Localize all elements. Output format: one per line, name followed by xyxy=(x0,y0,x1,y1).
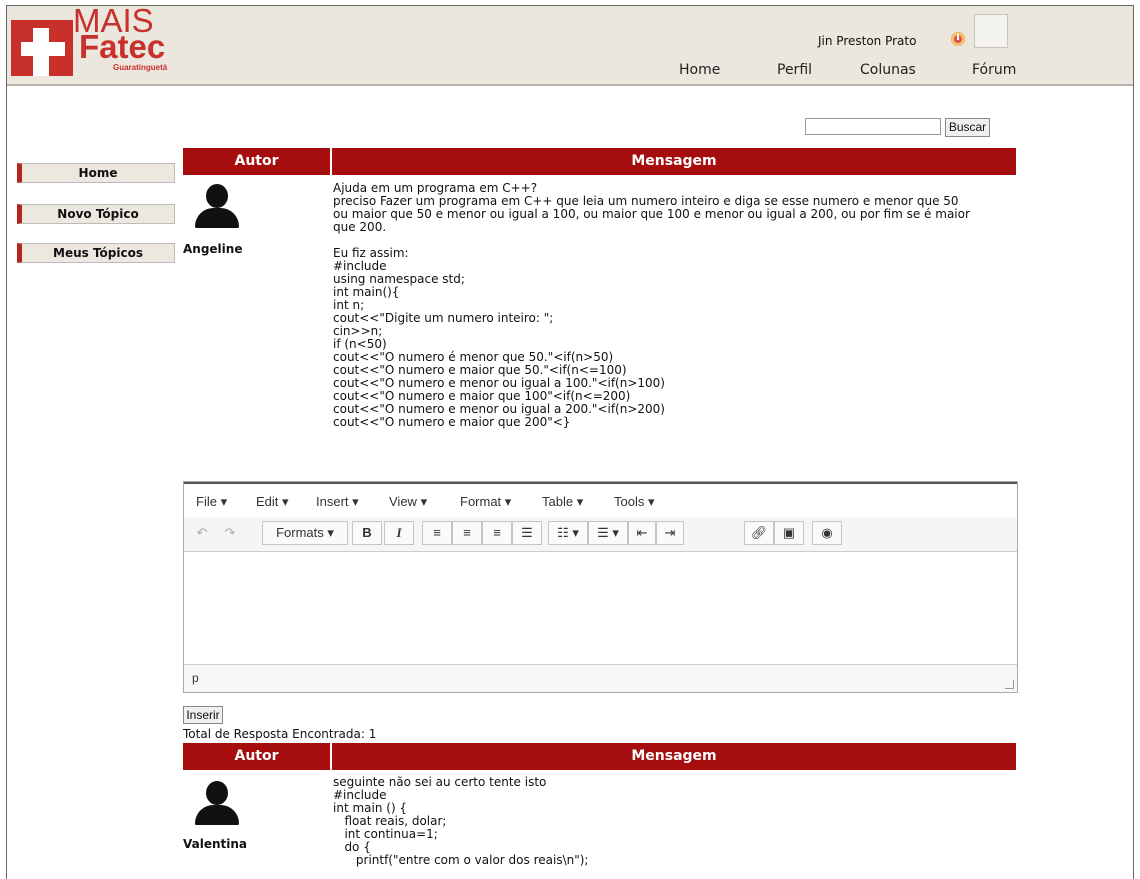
menu-insert-label: Insert xyxy=(316,494,349,509)
editor-statusbar: p xyxy=(184,664,1017,692)
search-button[interactable]: Buscar xyxy=(945,118,990,137)
redo-icon[interactable]: ↷ xyxy=(218,521,242,545)
nav-colunas[interactable]: Colunas xyxy=(860,62,916,78)
menu-view-label: View xyxy=(389,494,417,509)
nav-perfil[interactable]: Perfil xyxy=(777,62,812,78)
topic-message: Ajuda em um programa em C++? preciso Faz… xyxy=(333,181,970,429)
menu-edit-label: Edit xyxy=(256,494,279,509)
reply-author: Valentina xyxy=(183,837,248,851)
reply-header-author: Autor xyxy=(183,743,330,770)
user-avatar[interactable] xyxy=(974,14,1008,48)
site-logo[interactable]: MAIS Fatec Guaratinguetá xyxy=(11,6,171,80)
bullet-list-icon[interactable]: ☷ ▾ xyxy=(548,521,588,545)
topic-author: Angeline xyxy=(183,242,243,256)
undo-icon[interactable]: ↶ xyxy=(190,521,214,545)
search-input[interactable] xyxy=(805,118,941,135)
resize-handle-icon[interactable] xyxy=(1005,680,1014,689)
indent-icon[interactable]: ⇥ xyxy=(656,521,684,545)
reply-message: seguinte não sei au certo tente isto #in… xyxy=(333,775,589,867)
logo-cross-horizontal xyxy=(21,42,65,56)
page-frame: MAIS Fatec Guaratinguetá Jin Preston Pra… xyxy=(6,5,1134,879)
user-name[interactable]: Jin Preston Prato xyxy=(818,34,916,48)
menu-file-label: File xyxy=(196,494,217,509)
align-right-icon[interactable]: ≡ xyxy=(482,521,512,545)
menu-tools-label: Tools xyxy=(614,494,645,509)
menu-table-label: Table xyxy=(542,494,574,509)
nav-forum[interactable]: Fórum xyxy=(972,62,1016,78)
menu-insert[interactable]: Insert ▾ xyxy=(316,494,359,510)
person-icon xyxy=(193,781,241,829)
outdent-icon[interactable]: ⇤ xyxy=(628,521,656,545)
editor-menubar: File ▾ Edit ▾ Insert ▾ View ▾ Format ▾ T… xyxy=(184,484,1017,516)
sidebar-item-meus-topicos[interactable]: Meus Tópicos xyxy=(17,243,175,263)
site-header: MAIS Fatec Guaratinguetá Jin Preston Pra… xyxy=(7,6,1133,86)
menu-tools[interactable]: Tools ▾ xyxy=(614,494,655,510)
editor-toolbar: ↶ ↷ Formats ▾ B I ≡ ≡ ≡ ☰ ☷ ▾ ☰ ▾ ⇤ ⇥ 🔗︎… xyxy=(184,517,1017,552)
rich-text-editor: File ▾ Edit ▾ Insert ▾ View ▾ Format ▾ T… xyxy=(183,481,1018,693)
menu-table[interactable]: Table ▾ xyxy=(542,494,583,510)
sidebar-item-home[interactable]: Home xyxy=(17,163,175,183)
menu-edit[interactable]: Edit ▾ xyxy=(256,494,289,510)
image-icon[interactable]: ▣ xyxy=(774,521,804,545)
italic-icon[interactable]: I xyxy=(384,521,414,545)
align-center-icon[interactable]: ≡ xyxy=(452,521,482,545)
formats-label: Formats xyxy=(276,525,324,540)
person-icon xyxy=(193,184,241,232)
formats-dropdown[interactable]: Formats ▾ xyxy=(262,521,348,545)
total-replies: Total de Resposta Encontrada: 1 xyxy=(183,727,377,741)
reply-header-message: Mensagem xyxy=(332,743,1016,770)
logo-text-city: Guaratinguetá xyxy=(113,63,168,72)
topic-header-message: Mensagem xyxy=(332,148,1016,175)
preview-icon[interactable]: ◉ xyxy=(812,521,842,545)
numbered-list-icon[interactable]: ☰ ▾ xyxy=(588,521,628,545)
topic-header-author: Autor xyxy=(183,148,330,175)
nav-home[interactable]: Home xyxy=(679,62,720,78)
editor-element-path[interactable]: p xyxy=(192,671,199,685)
logo-text-fatec: Fatec xyxy=(79,28,166,65)
menu-format[interactable]: Format ▾ xyxy=(460,494,511,510)
link-icon[interactable]: 🔗︎ xyxy=(744,521,774,545)
editor-content-area[interactable] xyxy=(184,552,1017,665)
align-left-icon[interactable]: ≡ xyxy=(422,521,452,545)
sidebar-item-novo-topico[interactable]: Novo Tópico xyxy=(17,204,175,224)
menu-view[interactable]: View ▾ xyxy=(389,494,427,510)
power-icon[interactable] xyxy=(951,32,965,46)
bold-icon[interactable]: B xyxy=(352,521,382,545)
insert-button[interactable]: Inserir xyxy=(183,706,223,724)
menu-file[interactable]: File ▾ xyxy=(196,494,227,510)
menu-format-label: Format xyxy=(460,494,502,509)
align-justify-icon[interactable]: ☰ xyxy=(512,521,542,545)
